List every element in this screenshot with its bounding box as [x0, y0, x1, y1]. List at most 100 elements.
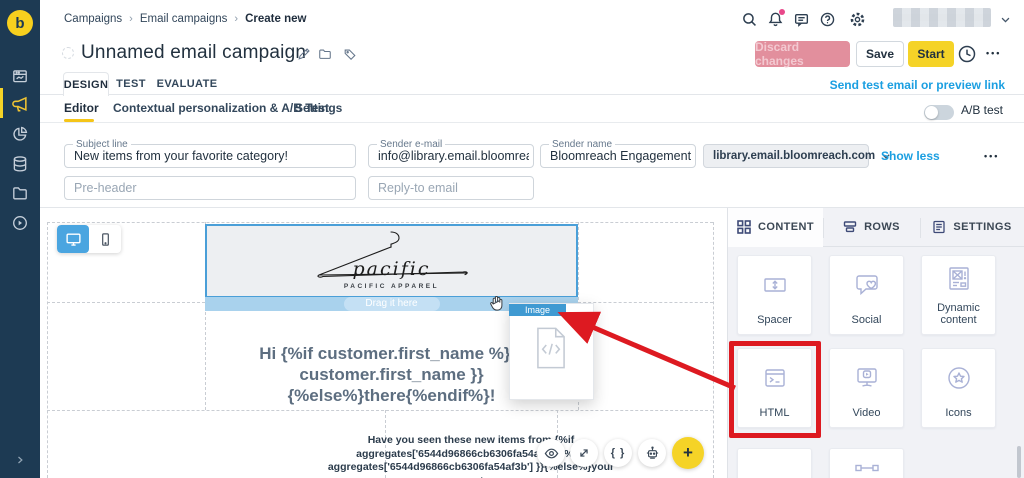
- tile-label: Dynamic content: [922, 302, 995, 334]
- gear-icon[interactable]: [849, 11, 866, 28]
- star-circle-icon: [942, 349, 976, 407]
- eye-icon: [544, 446, 559, 461]
- ai-assistant-button[interactable]: [638, 439, 666, 467]
- robot-icon: [645, 446, 660, 461]
- user-name-blurred[interactable]: [893, 8, 991, 27]
- braces-icon: { }: [611, 447, 626, 459]
- send-test-email-link[interactable]: Send test email or preview link: [830, 78, 1005, 92]
- device-preview-toggle: [57, 225, 121, 253]
- preview-eye-button[interactable]: [537, 439, 565, 467]
- breadcrumb-separator: ›: [234, 13, 238, 25]
- canvas-grid-line: [47, 410, 713, 411]
- block-tile-video[interactable]: Video: [829, 348, 904, 428]
- help-icon[interactable]: [819, 11, 836, 28]
- start-button[interactable]: Start: [908, 41, 954, 67]
- preheader-field[interactable]: Pre-header: [64, 176, 356, 200]
- more-options-icon[interactable]: •••: [986, 48, 1001, 58]
- panel-tab-label: ROWS: [864, 221, 900, 233]
- pie-chart-icon: [11, 125, 29, 143]
- email-logo-block[interactable]: pacific PACIFIC APPAREL: [205, 224, 578, 298]
- panel-scrollbar[interactable]: [1017, 446, 1021, 478]
- tab-test[interactable]: TEST: [116, 72, 146, 95]
- tab-evaluate[interactable]: EVALUATE: [160, 72, 214, 95]
- app-window-icon: [11, 67, 29, 85]
- sidebar-item-assets[interactable]: [0, 178, 40, 208]
- block-tile-divider[interactable]: [829, 448, 904, 478]
- breadcrumb-create-new: Create new: [245, 13, 306, 25]
- block-tile-social[interactable]: Social: [829, 255, 904, 335]
- sidebar-expand-button[interactable]: [0, 450, 40, 470]
- subject-line-field[interactable]: Subject line New items from your favorit…: [64, 144, 356, 168]
- page-title: Unnamed email campaign: [81, 42, 306, 64]
- document-lines-icon: [932, 220, 946, 234]
- block-tile-icons[interactable]: Icons: [921, 348, 996, 428]
- dragged-image-chip: Image: [509, 304, 566, 316]
- subtabs-divider: [40, 122, 1024, 123]
- sidebar-item-home[interactable]: [0, 61, 40, 91]
- panel-tab-content[interactable]: CONTENT: [728, 208, 823, 247]
- tag-icon[interactable]: [343, 47, 357, 61]
- sidebar-item-campaigns[interactable]: [0, 89, 40, 119]
- annotation-highlight-box: [729, 341, 821, 438]
- sender-email-field[interactable]: Sender e-mail info@library.email.bloomre…: [368, 144, 534, 168]
- mobile-preview-button[interactable]: [89, 225, 121, 253]
- sender-name-value: Bloomreach Engagement: [550, 145, 691, 167]
- divider-icon: [850, 461, 884, 475]
- bloomreach-logo[interactable]: b: [7, 10, 33, 36]
- canvas-grid-line: [47, 222, 48, 478]
- breadcrumb-campaigns[interactable]: Campaigns: [64, 13, 122, 25]
- notification-badge: [779, 9, 785, 15]
- subtab-editor[interactable]: Editor: [64, 101, 99, 115]
- add-block-button[interactable]: +: [672, 437, 704, 469]
- save-button[interactable]: Save: [856, 41, 904, 67]
- panel-tab-settings[interactable]: SETTINGS: [920, 208, 1024, 247]
- content-grid-icon: [737, 220, 751, 234]
- sender-name-field[interactable]: Sender name Bloomreach Engagement: [540, 144, 696, 168]
- megaphone-icon: [11, 95, 30, 114]
- code-view-button[interactable]: { }: [604, 439, 632, 467]
- replyto-field[interactable]: Reply-to email: [368, 176, 534, 200]
- video-icon: [850, 349, 884, 407]
- fullscreen-button[interactable]: [570, 439, 598, 467]
- edit-pencil-icon[interactable]: [297, 47, 311, 61]
- panel-tab-separator: [920, 218, 921, 238]
- tile-label: Icons: [945, 407, 971, 427]
- sidebar-item-analytics[interactable]: [0, 119, 40, 149]
- sidebar-item-use-cases[interactable]: [0, 208, 40, 238]
- logo-caption-text: PACIFIC APPAREL: [207, 283, 576, 290]
- chevron-right-icon: [14, 454, 26, 466]
- block-tile-partial[interactable]: [737, 448, 812, 478]
- campaign-status-dot: [62, 47, 74, 59]
- chevron-down-icon[interactable]: [1000, 14, 1011, 25]
- preheader-placeholder: Pre-header: [74, 177, 351, 199]
- mobile-phone-icon: [98, 232, 113, 247]
- sender-domain-value: library.email.bloomreach.com: [713, 150, 875, 162]
- form-more-options-icon[interactable]: •••: [984, 151, 999, 161]
- spacer-icon: [758, 256, 792, 314]
- tab-design[interactable]: DESIGN: [63, 72, 109, 96]
- desktop-preview-button[interactable]: [57, 225, 89, 253]
- block-tile-dynamic-content[interactable]: Dynamic content: [921, 255, 996, 335]
- search-icon[interactable]: [741, 11, 758, 28]
- discard-changes-button[interactable]: Discard changes: [755, 41, 850, 67]
- canvas-grid-line: [47, 302, 205, 303]
- panel-tab-rows[interactable]: ROWS: [823, 208, 920, 247]
- history-clock-icon[interactable]: [957, 44, 977, 64]
- app-window: b Campaigns › Email campaigns › Create n…: [0, 0, 1024, 478]
- show-less-link[interactable]: Show less: [881, 149, 940, 163]
- panel-tab-label: CONTENT: [758, 221, 814, 233]
- sender-domain-dropdown[interactable]: library.email.bloomreach.com: [703, 144, 869, 168]
- drag-it-here-pill: Drag it here: [344, 297, 440, 311]
- panel-tab-label: SETTINGS: [953, 221, 1011, 233]
- subtab-settings[interactable]: Settings: [295, 101, 342, 115]
- chat-icon[interactable]: [793, 11, 810, 28]
- canvas-grid-line: [713, 222, 714, 478]
- block-tile-spacer[interactable]: Spacer: [737, 255, 812, 335]
- tile-label: Video: [853, 407, 881, 427]
- folder-move-icon[interactable]: [318, 47, 332, 61]
- sidebar-item-data[interactable]: [0, 149, 40, 179]
- breadcrumb-email-campaigns[interactable]: Email campaigns: [140, 13, 228, 25]
- database-icon: [11, 155, 29, 173]
- ab-test-toggle[interactable]: [924, 105, 954, 120]
- logo-script-text: pacific: [207, 258, 576, 280]
